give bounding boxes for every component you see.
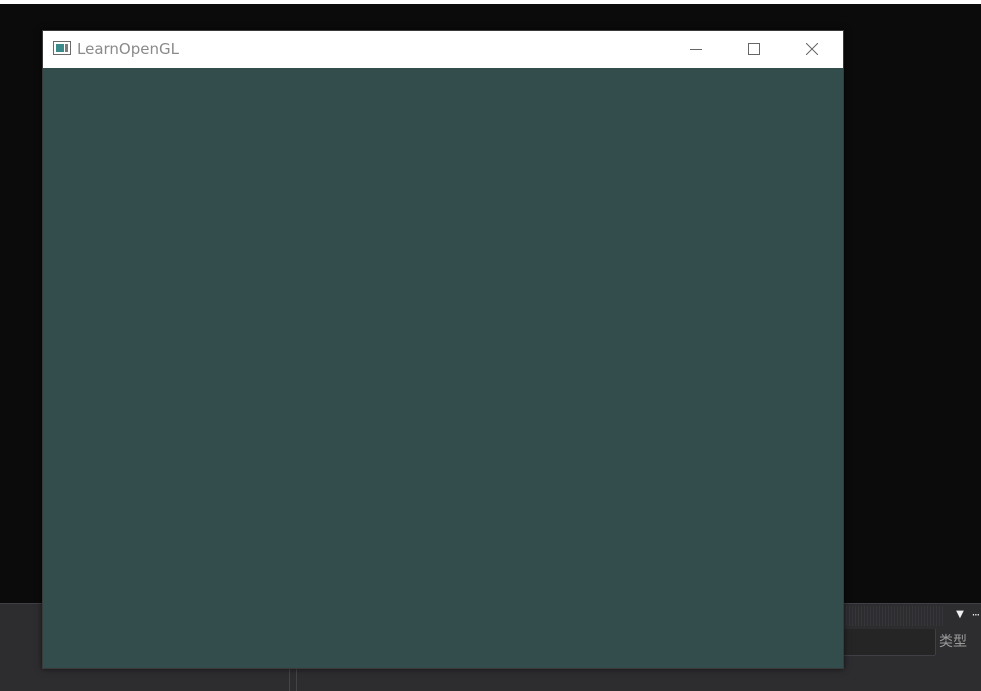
pin-icon[interactable]: ⵈ xyxy=(972,607,981,623)
close-icon xyxy=(806,43,818,55)
opengl-viewport[interactable] xyxy=(43,68,843,668)
app-window: LearnOpenGL xyxy=(42,30,844,669)
panel-splitter[interactable] xyxy=(289,668,297,691)
ide-panel-field[interactable] xyxy=(843,629,935,656)
minimize-icon xyxy=(690,49,702,50)
title-bar[interactable]: LearnOpenGL xyxy=(43,31,843,68)
app-window-icon[interactable] xyxy=(53,41,71,55)
app-icon-side xyxy=(65,44,68,52)
maximize-button[interactable] xyxy=(725,31,783,68)
minimize-button[interactable] xyxy=(667,31,725,68)
top-edge xyxy=(0,0,981,4)
chevron-down-icon[interactable]: ▼ xyxy=(953,608,967,622)
maximize-icon xyxy=(748,43,760,55)
close-button[interactable] xyxy=(783,31,841,68)
app-icon-screen xyxy=(56,44,64,52)
ide-panel-header-grip[interactable] xyxy=(843,606,943,626)
window-title: LearnOpenGL xyxy=(77,40,179,58)
column-header-type[interactable]: 类型 xyxy=(935,629,981,655)
desktop: ▼ ⵈ 类型 LearnOpenGL xyxy=(0,0,981,691)
